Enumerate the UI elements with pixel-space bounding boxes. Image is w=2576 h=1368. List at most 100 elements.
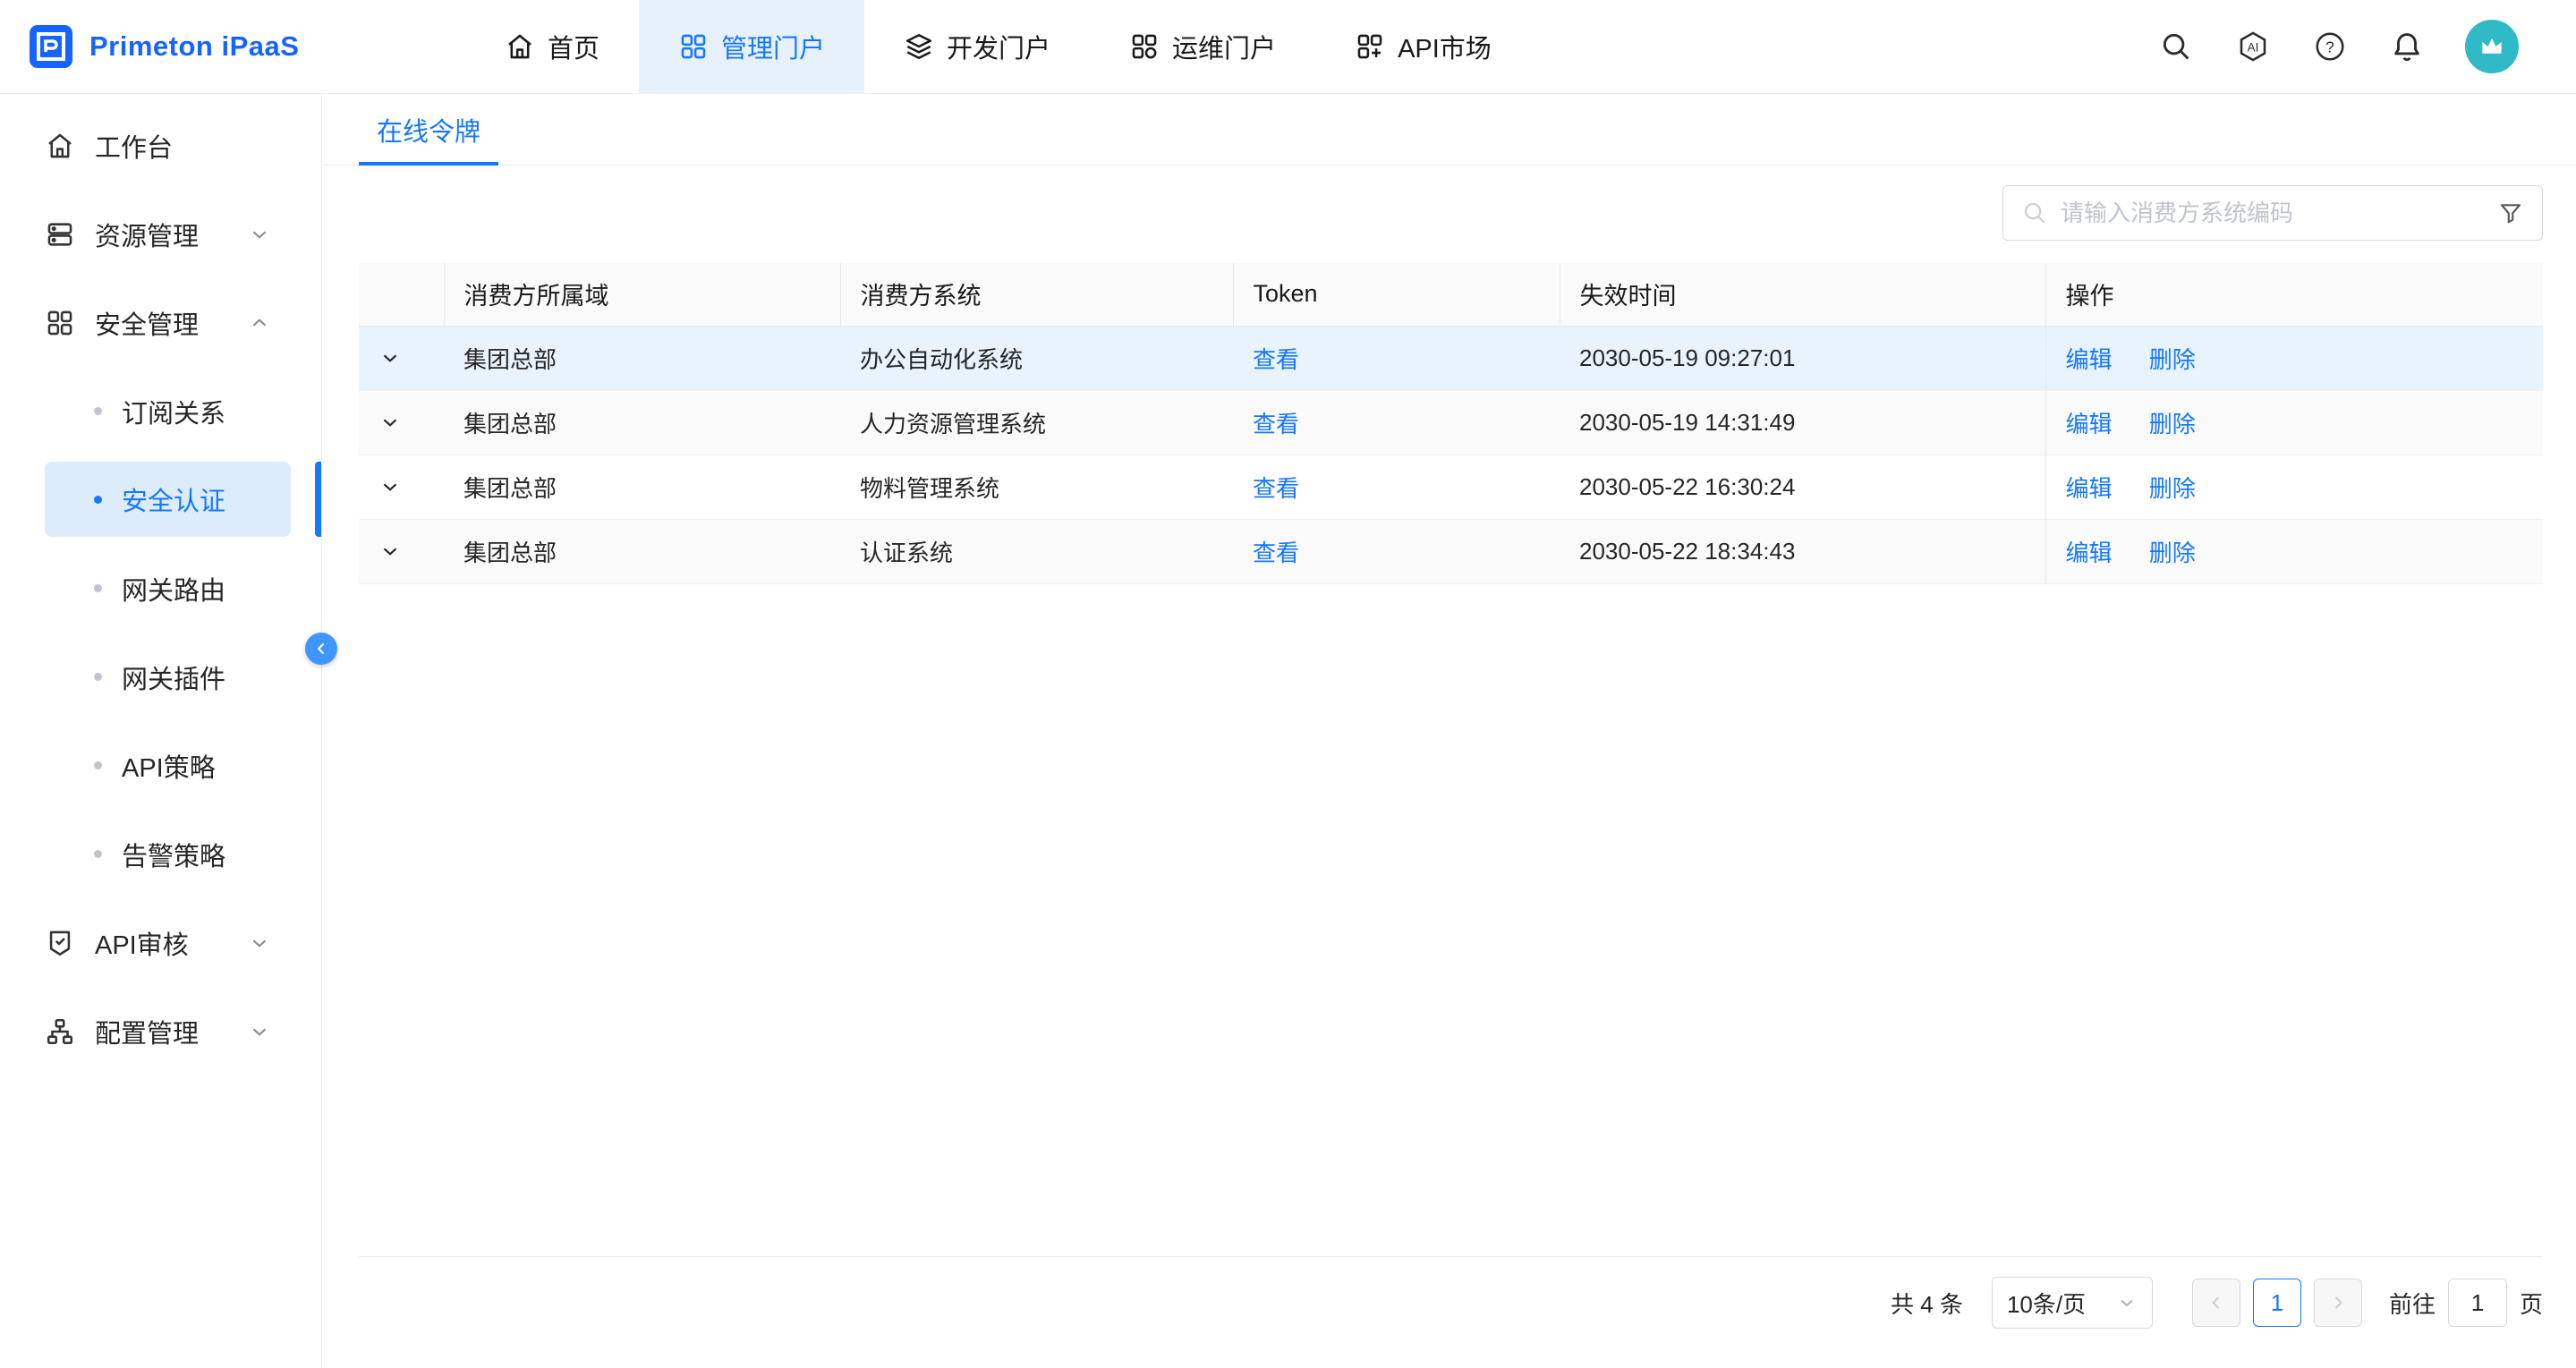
row-expand-toggle[interactable]	[359, 390, 444, 455]
row-expand-toggle[interactable]	[359, 326, 444, 390]
col-consumer-domain: 消费方所属域	[444, 263, 840, 326]
nav-item-ops-portal[interactable]: 运维门户	[1090, 0, 1315, 93]
help-icon[interactable]: ?	[2311, 28, 2349, 65]
cell-system: 办公自动化系统	[840, 326, 1233, 390]
edit-link[interactable]: 编辑	[2066, 540, 2113, 566]
org-chart-icon	[45, 1016, 75, 1047]
prev-page-button[interactable]	[2192, 1279, 2240, 1327]
table-row: 集团总部 认证系统 查看 2030-05-22 18:34:43 编辑 删除	[359, 519, 2543, 583]
chevron-down-icon	[248, 223, 271, 246]
edit-link[interactable]: 编辑	[2066, 346, 2113, 373]
table-row: 集团总部 人力资源管理系统 查看 2030-05-19 14:31:49 编辑 …	[359, 390, 2543, 455]
cell-system: 认证系统	[840, 519, 1233, 583]
total-count: 共 4 条	[1891, 1287, 1963, 1320]
grid-icon	[45, 308, 75, 338]
sidebar-item-label: 资源管理	[95, 216, 199, 253]
sidebar-subitem-label: 安全认证	[122, 480, 225, 518]
brand-name: Primeton iPaaS	[89, 30, 299, 63]
page-size-value: 10条/页	[2007, 1287, 2086, 1320]
view-token-link[interactable]: 查看	[1253, 346, 1299, 373]
edit-link[interactable]: 编辑	[2066, 475, 2113, 502]
row-expand-toggle[interactable]	[359, 519, 444, 583]
top-navbar: Primeton iPaaS 首页 管理门户	[0, 0, 2576, 94]
bullet-icon	[94, 496, 102, 504]
nav-item-dev-portal[interactable]: 开发门户	[864, 0, 1090, 93]
sidebar-subitem-gateway-routes[interactable]: 网关路由	[0, 544, 321, 633]
primary-nav: 首页 管理门户 开发门户	[465, 0, 1531, 93]
main-content: 在线令牌 消费方所属域 消费方系统	[323, 94, 2576, 1368]
sidebar-item-security[interactable]: 安全管理	[0, 278, 321, 367]
sidebar-collapse-button[interactable]	[305, 633, 337, 665]
table-row: 集团总部 物料管理系统 查看 2030-05-22 16:30:24 编辑 删除	[359, 455, 2543, 519]
sidebar-subitem-gateway-plugins[interactable]: 网关插件	[0, 633, 321, 721]
search-input[interactable]	[2061, 200, 2485, 227]
sidebar-subitem-security-auth[interactable]: 安全认证	[45, 462, 291, 537]
search-box	[2002, 185, 2543, 241]
page-number: 1	[2271, 1289, 2283, 1317]
help-badge-text: ?	[2325, 38, 2334, 55]
page-size-select[interactable]: 10条/页	[1992, 1277, 2153, 1329]
cell-expire: 2030-05-19 09:27:01	[1560, 326, 2045, 390]
page-number-button[interactable]: 1	[2253, 1279, 2301, 1327]
view-token-link[interactable]: 查看	[1253, 540, 1299, 566]
next-page-button[interactable]	[2314, 1279, 2362, 1327]
col-expand	[359, 263, 444, 326]
sidebar-item-resources[interactable]: 资源管理	[0, 190, 321, 278]
bullet-icon	[94, 584, 102, 592]
sidebar-item-config[interactable]: 配置管理	[0, 987, 321, 1075]
active-menu-indicator	[315, 462, 321, 537]
tab-bar: 在线令牌	[323, 94, 2576, 166]
tokens-table: 消费方所属域 消费方系统 Token 失效时间 操作 集团总部 办公自动化系统 …	[359, 263, 2543, 584]
nav-item-label: 首页	[548, 28, 599, 65]
delete-link[interactable]: 删除	[2149, 346, 2196, 373]
sidebar-item-workbench[interactable]: 工作台	[0, 101, 321, 190]
nav-item-home[interactable]: 首页	[465, 0, 639, 93]
home-icon	[505, 31, 535, 62]
user-avatar[interactable]	[2465, 20, 2519, 73]
sidebar-item-api-audit[interactable]: API审核	[0, 898, 321, 987]
cell-expire: 2030-05-22 16:30:24	[1560, 455, 2045, 519]
delete-link[interactable]: 删除	[2149, 475, 2196, 502]
bullet-icon	[94, 673, 102, 681]
nav-item-label: 运维门户	[1172, 28, 1276, 65]
sidebar-subitem-alert-policy[interactable]: 告警策略	[0, 810, 321, 898]
sidebar-subitem-api-policy[interactable]: API策略	[0, 721, 321, 810]
delete-link[interactable]: 删除	[2149, 411, 2196, 438]
col-token: Token	[1233, 263, 1560, 326]
ai-assistant-icon[interactable]: AI	[2234, 28, 2272, 65]
goto-page-input[interactable]	[2448, 1279, 2507, 1327]
sidebar-subitem-subscriptions[interactable]: 订阅关系	[0, 367, 321, 455]
filter-icon[interactable]	[2497, 200, 2524, 226]
grid-icon	[1355, 31, 1385, 62]
delete-link[interactable]: 删除	[2149, 540, 2196, 566]
pagination: 共 4 条 10条/页 1 前往 页	[359, 1256, 2543, 1329]
toolbar	[359, 185, 2543, 241]
cell-domain: 集团总部	[444, 455, 840, 519]
row-expand-toggle[interactable]	[359, 455, 444, 519]
cell-expire: 2030-05-19 14:31:49	[1560, 390, 2045, 455]
nav-item-admin-portal[interactable]: 管理门户	[639, 0, 864, 93]
sidebar-subitem-label: 订阅关系	[122, 393, 225, 430]
sidebar: 工作台 资源管理 安全管理 订阅关系 安全认证	[0, 94, 322, 1368]
sidebar-subitem-label: 网关插件	[122, 659, 225, 696]
cell-domain: 集团总部	[444, 390, 840, 455]
view-token-link[interactable]: 查看	[1253, 411, 1299, 438]
app-logo-icon	[29, 24, 73, 69]
nav-item-label: 管理门户	[721, 28, 825, 65]
table-header-row: 消费方所属域 消费方系统 Token 失效时间 操作	[359, 263, 2543, 326]
chevron-down-icon	[248, 931, 271, 955]
search-icon[interactable]	[2157, 28, 2195, 65]
bullet-icon	[94, 761, 102, 769]
edit-link[interactable]: 编辑	[2066, 411, 2113, 438]
notification-bell-icon[interactable]	[2388, 28, 2426, 65]
nav-item-api-market[interactable]: API市场	[1315, 0, 1531, 93]
server-icon	[45, 219, 75, 250]
document-check-icon	[45, 928, 75, 958]
sidebar-subitem-label: 告警策略	[122, 836, 225, 873]
tab-online-tokens[interactable]: 在线令牌	[359, 94, 498, 165]
bullet-icon	[94, 407, 102, 415]
goto-suffix: 页	[2520, 1287, 2543, 1320]
view-token-link[interactable]: 查看	[1253, 475, 1299, 502]
home-icon	[45, 131, 75, 161]
bullet-icon	[94, 850, 102, 858]
